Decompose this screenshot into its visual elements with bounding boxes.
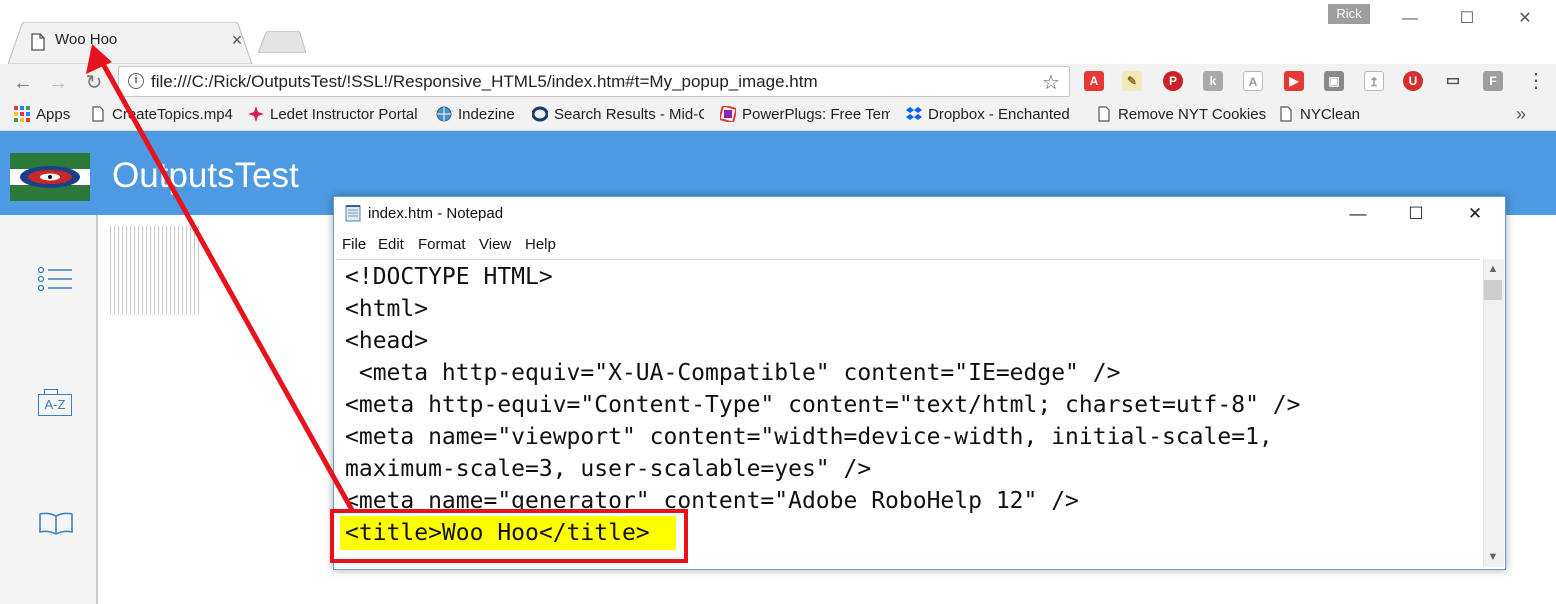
tab-close-icon[interactable]: ×	[228, 29, 246, 51]
bookmark-search-results[interactable]: Search Results - Mid-C	[532, 106, 704, 126]
info-icon[interactable]: i	[128, 73, 144, 89]
reload-button[interactable]: ↻	[80, 70, 108, 96]
bookmark-powerplugs[interactable]: PowerPlugs: Free Templ	[720, 106, 890, 126]
code-line: <head>	[345, 328, 429, 354]
profile-button[interactable]: Rick	[1328, 4, 1370, 24]
menu-help[interactable]: Help	[525, 236, 556, 253]
window-close-button[interactable]: ✕	[1505, 6, 1545, 32]
page-icon	[1280, 106, 1292, 122]
dropbox-icon	[906, 107, 922, 120]
feedly-icon[interactable]: F	[1483, 71, 1503, 91]
ring-icon	[532, 106, 548, 122]
notepad-minimize-button[interactable]: —	[1336, 201, 1380, 227]
forward-button[interactable]: →	[44, 70, 72, 96]
pinterest-icon[interactable]: P	[1163, 71, 1183, 91]
notepad-maximize-button[interactable]: ☐	[1394, 201, 1438, 227]
bookmark-ledet[interactable]: Ledet Instructor Portal	[248, 106, 418, 126]
menu-edit[interactable]: Edit	[378, 236, 404, 253]
pushbullet-icon[interactable]: ▶	[1284, 71, 1304, 91]
bookmark-dropbox[interactable]: Dropbox - Enchanted	[906, 106, 1076, 126]
bookmark-star-icon[interactable]: ☆	[1042, 70, 1060, 95]
code-line: <meta http-equiv="X-UA-Compatible" conte…	[345, 360, 1121, 386]
bookmarks-overflow-button[interactable]: »	[1516, 104, 1526, 125]
acrobat-icon[interactable]: A	[1084, 71, 1104, 91]
bookmark-nyclean[interactable]: NYClean	[1278, 106, 1368, 126]
bookmark-apps[interactable]: Apps	[14, 106, 84, 126]
content-thumbnail-image	[110, 226, 200, 314]
kindle-icon[interactable]: k	[1203, 71, 1223, 91]
code-line: <meta http-equiv="Content-Type" content=…	[345, 392, 1301, 418]
globe-icon	[436, 106, 452, 122]
apps-grid-icon	[14, 106, 30, 122]
cast-icon[interactable]: ▭	[1443, 71, 1463, 91]
code-line: maximum-scale=3, user-scalable=yes" />	[345, 456, 872, 482]
bookmark-remove-nyt[interactable]: Remove NYT Cookies	[1096, 106, 1266, 126]
gray-square-icon[interactable]: ▣	[1324, 71, 1344, 91]
annotation-box	[330, 509, 688, 563]
toc-list-icon[interactable]	[36, 264, 76, 300]
code-line: <meta name="viewport" content="width=dev…	[345, 424, 1273, 450]
colorful-icon	[720, 106, 736, 122]
code-line: <html>	[345, 296, 429, 322]
folder-tab	[44, 389, 58, 395]
back-button[interactable]: ←	[9, 70, 37, 96]
menu-format[interactable]: Format	[418, 236, 466, 253]
bookmark-indezine[interactable]: Indezine	[436, 106, 526, 126]
site-logo	[10, 153, 90, 201]
bookmark-label: Remove NYT Cookies	[1118, 106, 1266, 123]
bookmark-label: Search Results - Mid-C	[554, 106, 704, 123]
tab-title: Woo Hoo	[55, 31, 118, 48]
window-maximize-button[interactable]: ☐	[1447, 6, 1487, 32]
bookmark-label: CreateTopics.mp4	[112, 106, 233, 123]
share-icon[interactable]: ↥	[1364, 71, 1384, 91]
window-minimize-button[interactable]: —	[1390, 6, 1430, 32]
notepad-title: index.htm - Notepad	[368, 205, 504, 222]
address-url[interactable]: file:///C:/Rick/OutputsTest/!SSL!/Respon…	[151, 72, 818, 92]
scrollbar-thumb[interactable]	[1484, 280, 1502, 300]
bookmark-label: Dropbox - Enchanted	[928, 106, 1070, 123]
page-icon	[31, 33, 45, 51]
code-line: <!DOCTYPE HTML>	[345, 264, 553, 290]
scroll-up-icon[interactable]: ▲	[1484, 260, 1502, 278]
bookmark-label: Apps	[36, 106, 71, 123]
index-az-label: A-Z	[38, 394, 72, 416]
menu-view[interactable]: View	[479, 236, 511, 253]
bookmark-label: Ledet Instructor Portal	[270, 106, 418, 123]
site-title: OutputsTest	[112, 156, 299, 195]
pdf-icon[interactable]: A	[1243, 71, 1263, 91]
bookmark-label: NYClean	[1300, 106, 1361, 123]
new-tab-button[interactable]	[258, 31, 306, 53]
bookmark-label: Indezine	[458, 106, 515, 123]
notepad-close-button[interactable]: ✕	[1453, 201, 1497, 227]
page-icon	[1098, 106, 1110, 122]
menu-file[interactable]: File	[342, 236, 366, 253]
bookmark-label: PowerPlugs: Free Templ	[742, 106, 890, 123]
index-az-icon[interactable]: A-Z	[36, 388, 76, 424]
scroll-down-icon[interactable]: ▼	[1484, 548, 1502, 566]
ublock-icon[interactable]: U	[1403, 71, 1423, 91]
notepad-vertical-scrollbar[interactable]	[1483, 259, 1504, 567]
spark-icon	[248, 106, 264, 122]
notepad-app-icon	[345, 205, 361, 222]
page-icon	[92, 106, 104, 122]
browser-menu-icon[interactable]: ⋮	[1526, 68, 1546, 94]
notepad-icon[interactable]: ✎	[1122, 71, 1142, 91]
bookmark-createtopics[interactable]: CreateTopics.mp4	[90, 106, 240, 126]
glossary-book-icon[interactable]	[36, 506, 76, 542]
